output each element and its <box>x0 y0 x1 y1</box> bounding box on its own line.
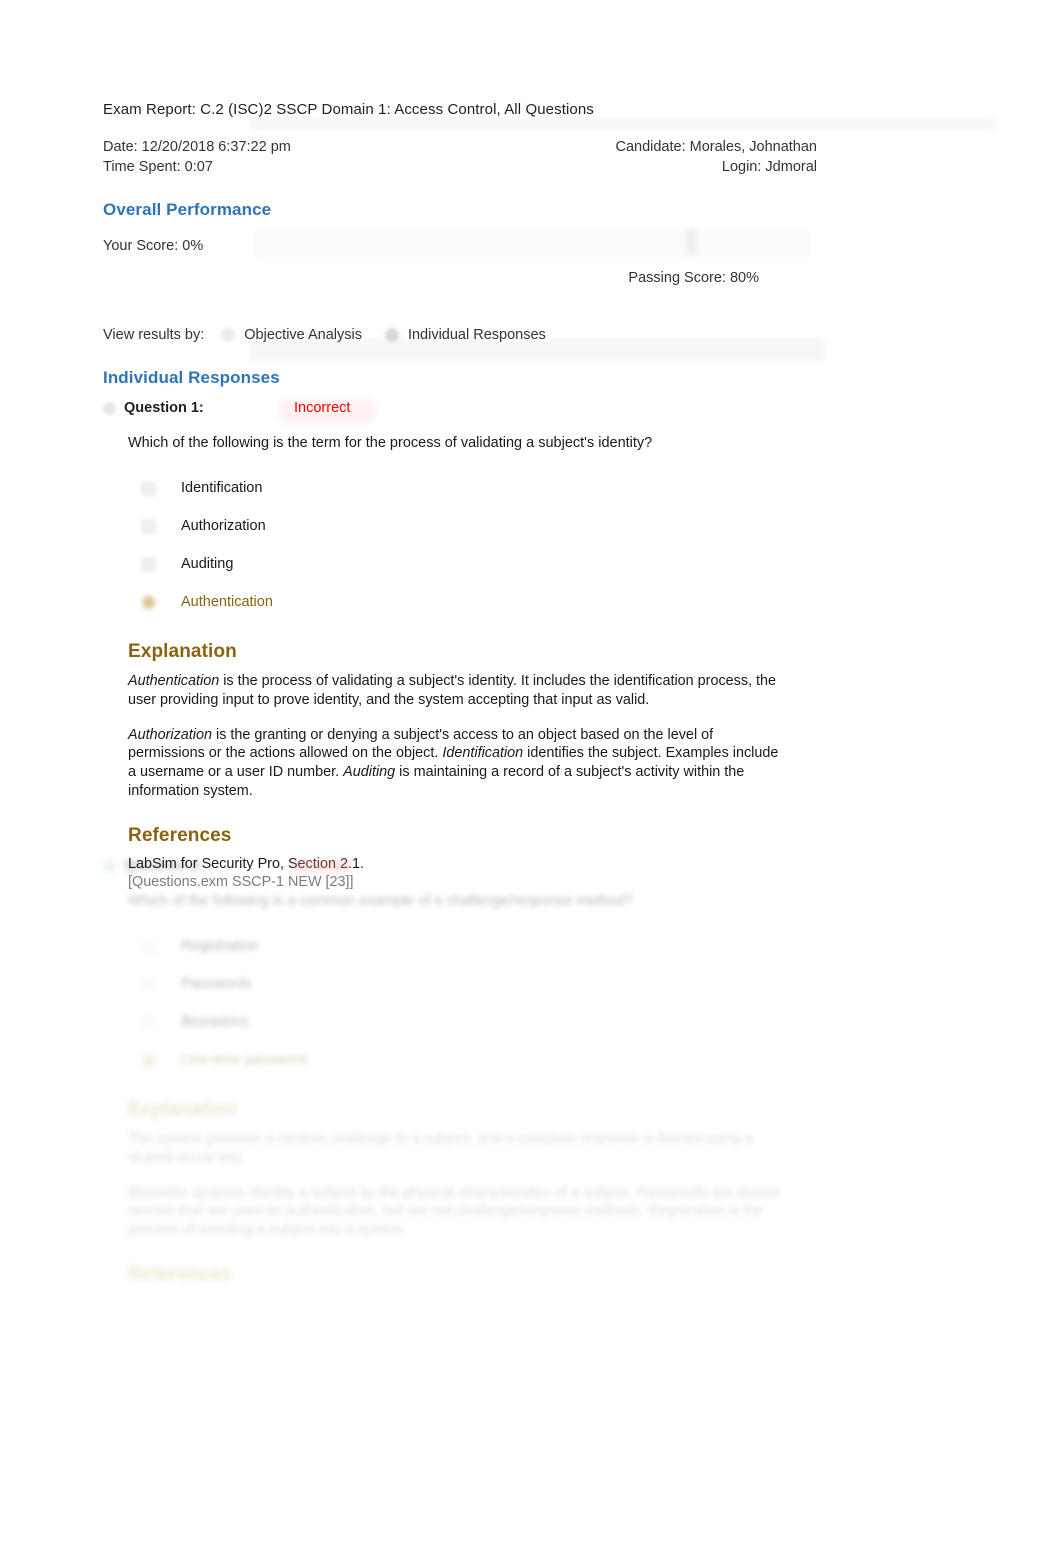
answer-option-label[interactable]: Auditing <box>181 556 233 572</box>
overall-performance-heading: Overall Performance <box>103 200 272 219</box>
answer-option-label[interactable]: Identification <box>181 480 262 496</box>
question-number: Question 1: <box>124 400 204 416</box>
answer-checkbox-icon[interactable] <box>141 518 156 534</box>
report-candidate: Candidate: Morales, Johnathan <box>615 139 817 155</box>
view-results-by-label: View results by: <box>103 327 205 343</box>
question-text: Which of the following is a common examp… <box>128 893 633 909</box>
individual-responses-heading: Individual Responses <box>103 368 280 387</box>
radio-objective-analysis[interactable] <box>221 328 236 342</box>
your-score-label: Your Score: 0% <box>103 238 204 254</box>
explanation-term-identification: Identification <box>442 745 524 762</box>
score-progress-bar <box>255 229 809 257</box>
question-block-faded: Question 2: Incorrect Which of the follo… <box>103 858 863 1286</box>
explanation-paragraph-2: Biometric systems identify a subject by … <box>128 1184 780 1239</box>
passing-score-marker <box>686 229 697 255</box>
explanation-term-authorization: Authorization <box>128 726 212 743</box>
explanation-paragraph-1: The system presents a random challenge t… <box>128 1131 753 1166</box>
radio-label-objective-analysis[interactable]: Objective Analysis <box>244 327 362 343</box>
passing-score-label: Passing Score: 80% <box>628 270 759 286</box>
correct-answer-marker-icon[interactable] <box>141 1052 156 1068</box>
answer-checkbox-icon[interactable] <box>141 976 156 992</box>
report-meta: Date: 12/20/2018 6:37:22 pm Candidate: M… <box>103 137 817 177</box>
explanation-term-auditing: Auditing <box>343 764 396 781</box>
answer-option-label[interactable]: Authorization <box>181 518 266 534</box>
question-text: Which of the following is the term for t… <box>128 435 653 451</box>
answer-options: Identification Authorization Auditing Au… <box>141 469 843 621</box>
answer-option[interactable]: Passwords <box>141 965 863 1003</box>
answer-option-label[interactable]: One-time password <box>181 1052 307 1068</box>
explanation-paragraph-1-rest: is the process of validating a subject's… <box>128 673 777 708</box>
explanation-heading: Explanation <box>128 1099 237 1120</box>
report-time-spent: Time Spent: 0:07 <box>103 159 213 175</box>
view-results-by-row: View results by: Objective Analysis Indi… <box>103 327 569 343</box>
answer-option[interactable]: Identification <box>141 469 843 507</box>
page-title: Exam Report: C.2 (ISC)2 SSCP Domain 1: A… <box>103 101 594 118</box>
answer-options: Registration Passwords Biometrics One-ti… <box>141 927 863 1079</box>
answer-checkbox-icon[interactable] <box>141 938 156 954</box>
question-header: Question 1: Incorrect <box>103 400 843 416</box>
answer-option-label[interactable]: Biometrics <box>181 1014 249 1030</box>
question-block: Question 1: Incorrect Which of the follo… <box>103 400 843 892</box>
answer-checkbox-icon[interactable] <box>141 556 156 572</box>
answer-option-label[interactable]: Authentication <box>181 594 273 610</box>
explanation-paragraph-1: Authentication is the process of validat… <box>128 672 788 710</box>
answer-option[interactable]: Registration <box>141 927 863 965</box>
answer-option-label[interactable]: Passwords <box>181 976 252 992</box>
answer-option[interactable]: Biometrics <box>141 1003 863 1041</box>
radio-label-individual-responses[interactable]: Individual Responses <box>408 327 546 343</box>
answer-checkbox-icon[interactable] <box>141 1014 156 1030</box>
report-date: Date: 12/20/2018 6:37:22 pm <box>103 139 291 155</box>
references-heading: References <box>128 1263 232 1285</box>
scan-artifact-top <box>250 118 995 130</box>
correct-answer-marker-icon[interactable] <box>141 594 156 610</box>
question-bullet-icon <box>103 401 116 415</box>
explanation-paragraph-2: Authorization is the granting or denying… <box>128 726 788 801</box>
answer-option-correct[interactable]: One-time password <box>141 1041 863 1079</box>
references-heading: References <box>128 824 232 846</box>
reference-code: [Questions.exm SSCP-1 NEW [23]] <box>128 874 354 891</box>
explanation-heading: Explanation <box>128 641 237 662</box>
answer-option-correct[interactable]: Authentication <box>141 583 843 621</box>
answer-option-label[interactable]: Registration <box>181 938 258 954</box>
explanation-term-authentication: Authentication <box>128 673 220 689</box>
report-login: Login: Jdmoral <box>721 159 817 175</box>
exam-report-page: Exam Report: C.2 (ISC)2 SSCP Domain 1: A… <box>0 0 1062 1556</box>
question-status-badge: Incorrect <box>294 400 351 416</box>
radio-individual-responses[interactable] <box>384 328 399 342</box>
answer-checkbox-icon[interactable] <box>141 480 156 496</box>
answer-option[interactable]: Auditing <box>141 545 843 583</box>
answer-option[interactable]: Authorization <box>141 507 843 545</box>
reference-line: LabSim for Security Pro, Section 2.1. <box>128 855 364 872</box>
